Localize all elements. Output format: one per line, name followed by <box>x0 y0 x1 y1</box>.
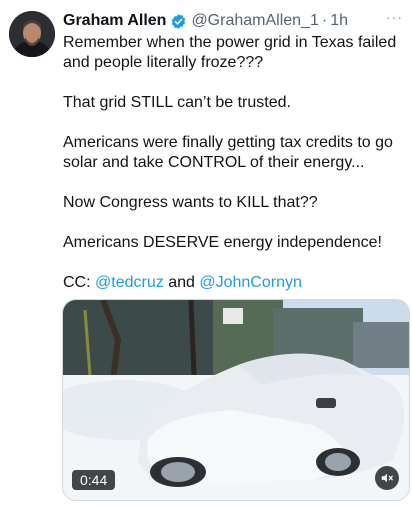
tweet-text-line: That grid STILL can’t be trusted. <box>63 94 291 111</box>
video-thumbnail <box>63 300 409 500</box>
speaker-muted-icon[interactable] <box>375 466 399 490</box>
mention-johncornyn[interactable]: @JohnCornyn <box>199 274 302 291</box>
video-duration: 0:44 <box>72 470 116 490</box>
verified-badge-icon <box>172 13 186 29</box>
cc-prefix: CC: <box>63 274 91 291</box>
cc-conjunction: and <box>168 274 195 291</box>
timestamp[interactable]: 1h <box>330 12 348 30</box>
mention-tedcruz[interactable]: @tedcruz <box>95 274 164 291</box>
tweet-text-line: Now Congress wants to KILL that?? <box>63 194 318 211</box>
avatar-photo <box>9 11 55 57</box>
tweet-text-line: and people literally froze??? <box>63 54 264 71</box>
separator-dot: · <box>321 12 328 29</box>
author-name[interactable]: Graham Allen <box>63 12 166 30</box>
tweet-text-line: Americans were finally getting tax credi… <box>63 134 393 151</box>
avatar[interactable] <box>9 11 55 57</box>
tweet-text-line: Americans DESERVE energy independence! <box>63 234 382 251</box>
mute-glyph <box>381 473 393 483</box>
video-player[interactable]: 0:44 <box>62 299 410 501</box>
tweet-text-line: solar and take CONTROL of their energy..… <box>63 154 365 171</box>
tweet-text-line: Remember when the power grid in Texas fa… <box>63 34 397 51</box>
author-handle[interactable]: @GrahamAllen_1 <box>191 12 318 30</box>
tweet-header: Graham Allen @GrahamAllen_1 · 1h <box>63 10 378 32</box>
more-options-icon[interactable]: ··· <box>386 10 403 24</box>
cc-line: CC: @tedcruz and @JohnCornyn <box>63 273 302 293</box>
